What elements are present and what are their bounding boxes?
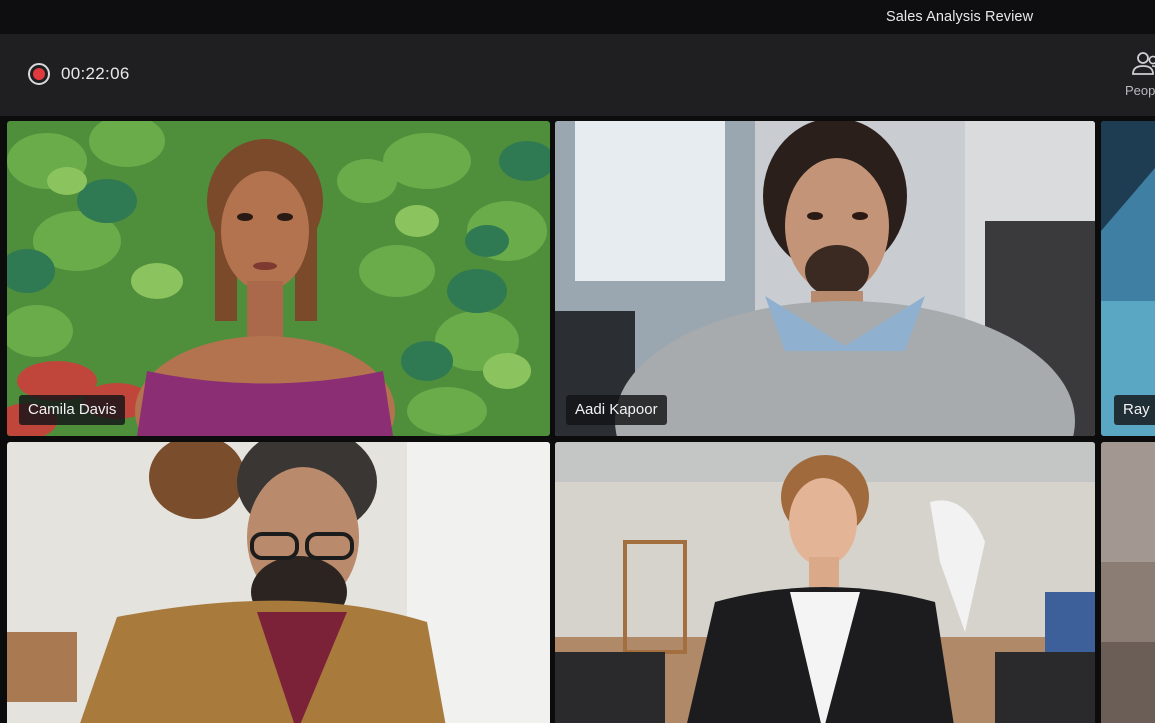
people-button-label: People — [1125, 83, 1155, 98]
title-bar: Sales Analysis Review — [0, 0, 1155, 34]
participant-tile-aadi-kapoor[interactable]: Aadi Kapoor — [555, 121, 1095, 436]
record-circle-icon — [28, 63, 50, 85]
participant-video — [7, 121, 550, 436]
participant-video — [1101, 121, 1155, 436]
people-icon — [1132, 52, 1155, 75]
participant-name: Camila Davis — [19, 395, 126, 425]
participant-name: Ray — [1114, 395, 1155, 425]
participant-tile-6[interactable] — [1101, 442, 1155, 723]
meeting-title: Sales Analysis Review — [886, 9, 1034, 25]
participant-name: Aadi Kapoor — [566, 395, 667, 425]
participant-video — [555, 121, 1095, 436]
recording-timer: 00:22:06 — [61, 64, 130, 83]
video-grid: Camila Davis Aadi Kapoor Ray — [0, 116, 1155, 723]
participant-tile-5[interactable] — [555, 442, 1095, 723]
teams-meeting-window: Sales Analysis Review 00:22:06 People — [0, 0, 1155, 723]
participant-video — [7, 442, 550, 723]
participant-tile-camila-davis[interactable]: Camila Davis — [7, 121, 550, 436]
people-button[interactable]: People — [1118, 46, 1155, 102]
participant-tile-ray[interactable]: Ray — [1101, 121, 1155, 436]
meeting-toolbar: 00:22:06 People — [0, 34, 1155, 116]
participant-tile-4[interactable] — [7, 442, 550, 723]
participant-video — [1101, 442, 1155, 723]
participant-video — [555, 442, 1095, 723]
